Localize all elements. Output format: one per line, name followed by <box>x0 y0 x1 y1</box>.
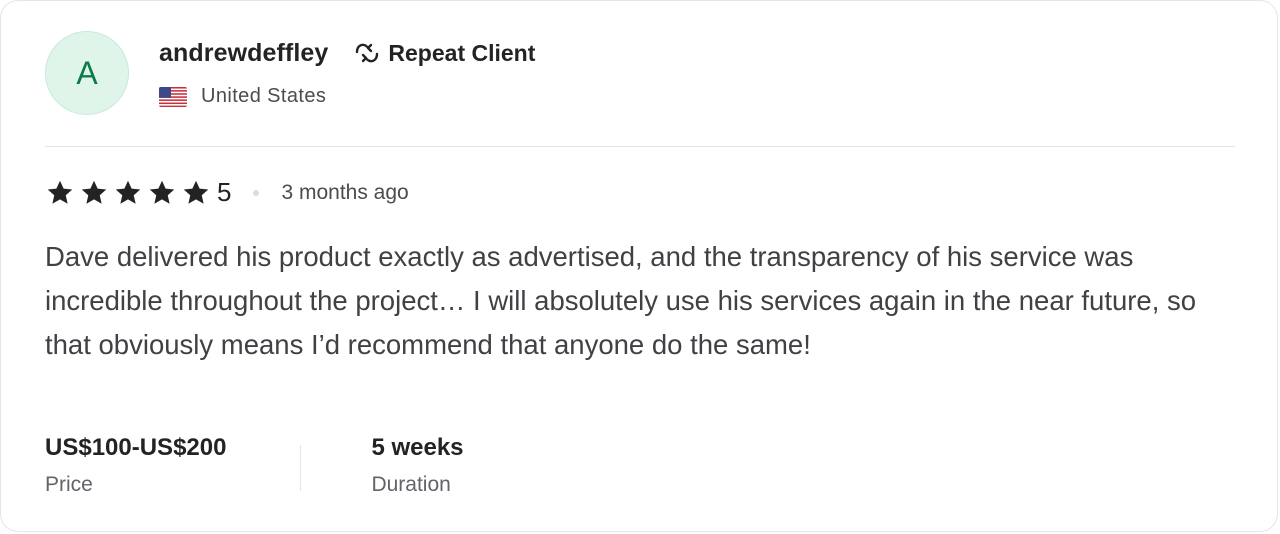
reviewer-country: United States <box>201 85 327 107</box>
reviewer-info: andrewdeffley Repeat Client United State… <box>159 35 535 108</box>
duration-block: 5 weeks Duration <box>371 431 463 497</box>
star-icon <box>45 178 75 208</box>
details-divider <box>300 445 302 491</box>
us-flag-icon <box>159 86 187 107</box>
rating-row: 5 3 months ago <box>45 177 409 208</box>
avatar-initial: A <box>76 54 98 91</box>
country-row: United States <box>159 85 535 108</box>
duration-label: Duration <box>371 473 451 496</box>
repeat-client-badge: Repeat Client <box>352 39 535 67</box>
duration-value: 5 weeks <box>371 434 464 461</box>
header-divider <box>45 146 1235 147</box>
star-icon <box>181 178 211 208</box>
rating-value: 5 <box>217 177 232 207</box>
reviewer-header: A andrewdeffley Repeat Client United Sta… <box>45 31 535 115</box>
price-value: US$100-US$200 <box>45 434 227 461</box>
name-row: andrewdeffley Repeat Client <box>159 35 535 71</box>
review-text: Dave delivered his product exactly as ad… <box>45 241 1197 360</box>
price-block: US$100-US$200 Price <box>45 431 226 497</box>
repeat-icon <box>352 39 382 67</box>
review-card: A andrewdeffley Repeat Client United Sta… <box>0 0 1278 532</box>
price-label: Price <box>45 473 93 496</box>
star-icon <box>147 178 177 208</box>
star-icon <box>79 178 109 208</box>
order-details: US$100-US$200 Price 5 weeks Duration <box>45 431 464 497</box>
avatar[interactable]: A <box>45 31 129 115</box>
star-rating <box>45 178 215 208</box>
review-time-ago: 3 months ago <box>281 180 409 204</box>
reviewer-username[interactable]: andrewdeffley <box>159 39 328 68</box>
repeat-client-label: Repeat Client <box>388 39 536 66</box>
star-icon <box>113 178 143 208</box>
separator-dot <box>253 189 260 196</box>
